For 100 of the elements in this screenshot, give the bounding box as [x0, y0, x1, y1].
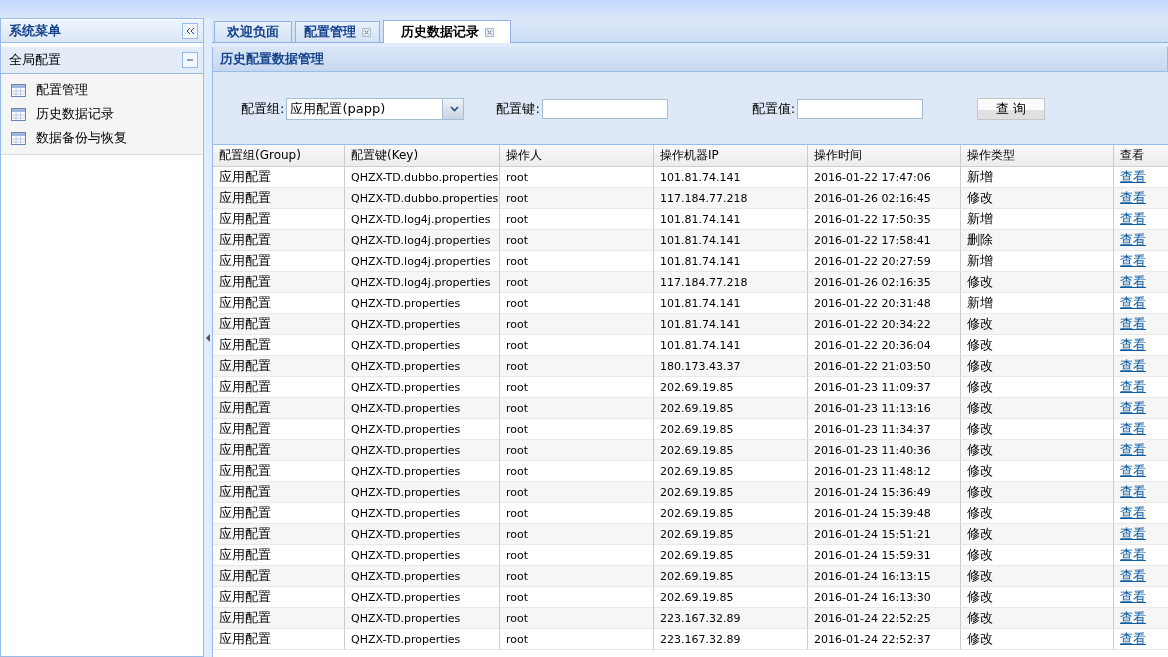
- close-icon[interactable]: [362, 27, 371, 37]
- table-cell: 修改: [961, 314, 1114, 335]
- tab[interactable]: 历史数据记录: [383, 20, 511, 43]
- table-cell: 应用配置: [213, 440, 345, 461]
- table-cell: 202.69.19.85: [654, 440, 808, 461]
- field-label: 配置组:: [241, 100, 285, 118]
- grid-icon: [11, 131, 26, 145]
- view-link[interactable]: 查看: [1120, 609, 1146, 627]
- view-link[interactable]: 查看: [1120, 168, 1146, 186]
- column-header[interactable]: 操作类型: [961, 145, 1114, 166]
- table-cell: root: [500, 440, 654, 461]
- table-cell: 2016-01-24 15:36:49: [808, 482, 961, 503]
- table-cell: 117.184.77.218: [654, 188, 808, 209]
- view-link[interactable]: 查看: [1120, 273, 1146, 291]
- table-cell: root: [500, 566, 654, 587]
- table-cell: 应用配置: [213, 482, 345, 503]
- table-cell: root: [500, 398, 654, 419]
- view-link[interactable]: 查看: [1120, 546, 1146, 564]
- table-cell: 应用配置: [213, 629, 345, 650]
- table-cell: 180.173.43.37: [654, 356, 808, 377]
- tab[interactable]: 配置管理: [295, 21, 380, 42]
- view-link[interactable]: 查看: [1120, 399, 1146, 417]
- field-label: 配置值:: [751, 100, 796, 118]
- table-cell: 2016-01-24 22:52:37: [808, 629, 961, 650]
- table-cell: 修改: [961, 629, 1114, 650]
- view-link[interactable]: 查看: [1120, 588, 1146, 606]
- view-link[interactable]: 查看: [1120, 630, 1146, 648]
- table-cell: root: [500, 629, 654, 650]
- view-link[interactable]: 查看: [1120, 294, 1146, 312]
- view-link[interactable]: 查看: [1120, 210, 1146, 228]
- table-cell: root: [500, 524, 654, 545]
- table-cell: QHZX-TD.properties: [345, 356, 500, 377]
- table-cell: QHZX-TD.properties: [345, 566, 500, 587]
- view-link[interactable]: 查看: [1120, 525, 1146, 543]
- table-cell: 202.69.19.85: [654, 566, 808, 587]
- table-cell: 101.81.74.141: [654, 230, 808, 251]
- table-cell: 应用配置: [213, 188, 345, 209]
- table-cell: 2016-01-23 11:13:16: [808, 398, 961, 419]
- table-cell: 2016-01-23 11:40:36: [808, 440, 961, 461]
- view-link[interactable]: 查看: [1120, 504, 1146, 522]
- table-cell: QHZX-TD.properties: [345, 482, 500, 503]
- view-link[interactable]: 查看: [1120, 483, 1146, 501]
- section-title: 全局配置: [9, 51, 61, 69]
- value-input-field[interactable]: [797, 99, 924, 119]
- key-input-field[interactable]: [541, 99, 668, 119]
- view-link[interactable]: 查看: [1120, 231, 1146, 249]
- sidebar-item[interactable]: 配置管理: [1, 78, 203, 102]
- table-cell: 应用配置: [213, 608, 345, 629]
- view-link[interactable]: 查看: [1120, 315, 1146, 333]
- table-cell: 应用配置: [213, 566, 345, 587]
- view-link[interactable]: 查看: [1120, 336, 1146, 354]
- collapse-arrow-icon[interactable]: [206, 333, 210, 342]
- table-cell: root: [500, 188, 654, 209]
- table-cell: 2016-01-22 21:03:50: [808, 356, 961, 377]
- table-cell: 2016-01-24 15:51:21: [808, 524, 961, 545]
- table-cell: 修改: [961, 608, 1114, 629]
- close-icon[interactable]: [484, 27, 494, 37]
- collapse-icon[interactable]: [182, 23, 198, 39]
- table-cell: root: [500, 314, 654, 335]
- view-link[interactable]: 查看: [1120, 189, 1146, 207]
- column-header[interactable]: 配置组(Group): [213, 145, 345, 166]
- table-cell: 202.69.19.85: [654, 482, 808, 503]
- caret-icon: [450, 106, 460, 112]
- view-link[interactable]: 查看: [1120, 252, 1146, 270]
- table-cell: root: [500, 272, 654, 293]
- view-link[interactable]: 查看: [1120, 462, 1146, 480]
- group-dropdown[interactable]: 应用配置(papp): [286, 98, 465, 120]
- table-cell: 修改: [961, 482, 1114, 503]
- table-cell: QHZX-TD.properties: [345, 398, 500, 419]
- table-cell: 应用配置: [213, 314, 345, 335]
- column-header[interactable]: 操作时间: [808, 145, 961, 166]
- sidebar-item[interactable]: 数据备份与恢复: [1, 126, 203, 150]
- table-cell: 2016-01-22 20:34:22: [808, 314, 961, 335]
- table-cell: root: [500, 230, 654, 251]
- field-label: 配置键:: [496, 100, 540, 118]
- column-header[interactable]: 操作机器IP: [654, 145, 808, 166]
- table-cell: 修改: [961, 188, 1114, 209]
- grid-icon: [11, 107, 26, 121]
- tab[interactable]: 欢迎负面: [214, 21, 292, 42]
- column-header[interactable]: 操作人: [500, 145, 654, 166]
- table-cell: root: [500, 356, 654, 377]
- column-header[interactable]: 配置键(Key): [345, 145, 500, 166]
- table-cell: 2016-01-24 16:13:15: [808, 566, 961, 587]
- view-link[interactable]: 查看: [1120, 441, 1146, 459]
- view-link[interactable]: 查看: [1120, 357, 1146, 375]
- sidebar-item[interactable]: 历史数据记录: [1, 102, 203, 126]
- view-link[interactable]: 查看: [1120, 378, 1146, 396]
- table-cell: QHZX-TD.properties: [345, 608, 500, 629]
- accordion-header[interactable]: 全局配置: [1, 47, 203, 74]
- table-cell: QHZX-TD.dubbo.properties: [345, 188, 500, 209]
- grid-icon: [11, 83, 26, 97]
- table-cell: 202.69.19.85: [654, 524, 808, 545]
- query-button[interactable]: 查 询: [977, 98, 1046, 120]
- table-cell: 202.69.19.85: [654, 398, 808, 419]
- view-link[interactable]: 查看: [1120, 420, 1146, 438]
- view-link[interactable]: 查看: [1120, 567, 1146, 585]
- table-cell: 2016-01-24 22:52:25: [808, 608, 961, 629]
- table-cell: QHZX-TD.properties: [345, 524, 500, 545]
- column-header[interactable]: 查看: [1114, 145, 1168, 166]
- minus-icon[interactable]: [182, 52, 198, 68]
